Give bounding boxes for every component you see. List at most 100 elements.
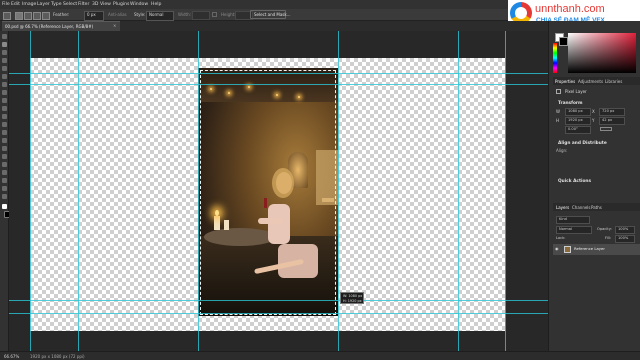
guide-vertical[interactable] (458, 31, 459, 351)
width-input[interactable] (192, 11, 210, 20)
menu-view[interactable]: View (100, 2, 111, 7)
guide-vertical[interactable] (30, 31, 31, 351)
stamp-tool-icon[interactable] (2, 106, 7, 111)
style-select[interactable]: Normal (146, 11, 174, 21)
guide-horizontal[interactable] (9, 313, 548, 314)
visibility-eye-icon[interactable]: ◉ (555, 247, 559, 251)
feather-label: Feather: (53, 12, 70, 17)
layer-name[interactable]: Reference Layer (574, 247, 605, 251)
flip-icon[interactable] (600, 127, 612, 131)
gradient-tool-icon[interactable] (2, 130, 7, 135)
y-field[interactable]: 42 px (599, 117, 625, 125)
subtract-selection-icon[interactable] (33, 12, 41, 20)
menu-help[interactable]: Help (151, 2, 161, 7)
new-selection-icon[interactable] (15, 12, 23, 20)
crop-tool-icon[interactable] (2, 66, 7, 71)
document-tab-title: 00.psd @ 66.7% (Reference Layer, RGB/8#) (5, 24, 94, 29)
h-label: H (556, 118, 560, 123)
lasso-tool-icon[interactable] (2, 50, 7, 55)
marquee-tool-icon[interactable] (3, 12, 11, 20)
watermark-brand: unnthanh.com (535, 3, 605, 15)
width-label: Width: (178, 12, 191, 17)
guide-horizontal[interactable] (9, 300, 548, 301)
size-tooltip: W: 1080 px H: 1920 px (340, 292, 364, 304)
layer-kind-label: Pixel Layer (565, 89, 587, 94)
pen-tool-icon[interactable] (2, 154, 7, 159)
x-field[interactable]: 720 px (599, 108, 625, 116)
foreground-color-swatch[interactable] (2, 204, 7, 209)
guide-vertical[interactable] (198, 31, 199, 351)
healing-tool-icon[interactable] (2, 90, 7, 95)
quick-select-tool-icon[interactable] (2, 58, 7, 63)
w-field[interactable]: 1080 px (565, 108, 591, 116)
tab-properties[interactable]: Properties (555, 79, 575, 84)
toolbox (0, 31, 11, 351)
angle-field[interactable]: 0.00° (565, 126, 591, 134)
close-tab-icon[interactable]: × (113, 24, 116, 28)
background-swatch[interactable] (559, 37, 568, 46)
guide-horizontal[interactable] (9, 84, 548, 85)
history-brush-tool-icon[interactable] (2, 114, 7, 119)
blend-mode-select[interactable]: Normal (556, 226, 592, 234)
menu-select[interactable]: Select (63, 2, 77, 7)
eyedropper-tool-icon[interactable] (2, 82, 7, 87)
swap-icon[interactable] (212, 12, 217, 17)
brush-tool-icon[interactable] (2, 98, 7, 103)
lock-label: Lock: (556, 236, 566, 240)
tab-document[interactable]: 00.psd @ 66.7% (Reference Layer, RGB/8#)… (2, 21, 120, 31)
h-field[interactable]: 1920 px (565, 117, 591, 125)
menu-filter[interactable]: Filter (78, 2, 89, 7)
guide-vertical[interactable] (505, 31, 506, 351)
path-select-tool-icon[interactable] (2, 170, 7, 175)
marquee-tool-icon[interactable] (2, 42, 7, 47)
color-picker-field[interactable] (568, 33, 636, 73)
height-label: Height: (221, 12, 236, 17)
menu-plugins[interactable]: Plugins (113, 2, 129, 7)
tab-adjustments[interactable]: Adjustments (578, 79, 603, 84)
blur-tool-icon[interactable] (2, 138, 7, 143)
tab-paths[interactable]: Paths (591, 205, 602, 210)
zoom-level[interactable]: 66.67% (4, 355, 19, 359)
selection-marquee[interactable] (200, 70, 336, 315)
fill-field[interactable]: 100% (615, 235, 635, 243)
select-and-mask-button[interactable]: Select and Mask... (250, 10, 291, 19)
layers-tabs: Layers Channels Paths (553, 203, 640, 211)
add-selection-icon[interactable] (24, 12, 32, 20)
size-tooltip-width: W: 1080 px (343, 294, 363, 298)
guide-horizontal[interactable] (9, 73, 548, 74)
properties-tabs: Properties Adjustments Libraries (553, 77, 640, 85)
document-size: 1920 px x 1080 px (72 ppi) (30, 354, 85, 359)
tab-channels[interactable]: Channels (572, 205, 591, 210)
zoom-tool-icon[interactable] (2, 194, 7, 199)
hue-slider[interactable] (553, 43, 557, 73)
tab-libraries[interactable]: Libraries (605, 79, 622, 84)
menu-type[interactable]: Type (51, 2, 62, 7)
guide-vertical[interactable] (338, 31, 339, 351)
guide-vertical[interactable] (78, 31, 79, 351)
menu-window[interactable]: Window (130, 2, 148, 7)
layer-filter-select[interactable]: Kind (556, 216, 590, 224)
frame-tool-icon[interactable] (2, 74, 7, 79)
transform-heading: Transform (558, 101, 583, 106)
shape-tool-icon[interactable] (2, 178, 7, 183)
dodge-tool-icon[interactable] (2, 146, 7, 151)
align-heading: Align and Distribute (558, 141, 607, 146)
opacity-field[interactable]: 100% (615, 226, 635, 234)
anti-alias-checkbox[interactable]: Anti-alias (108, 13, 127, 17)
tab-layers[interactable]: Layers (556, 205, 569, 210)
menu-edit[interactable]: Edit (11, 2, 20, 7)
menu-3d[interactable]: 3D (92, 2, 98, 7)
hand-tool-icon[interactable] (2, 186, 7, 191)
menu-layer[interactable]: Layer (37, 2, 50, 7)
quick-actions-heading: Quick Actions (558, 179, 592, 184)
opacity-label: Opacity: (597, 227, 612, 231)
layer-row[interactable]: ◉ Reference Layer (553, 244, 640, 255)
type-tool-icon[interactable] (2, 162, 7, 167)
eraser-tool-icon[interactable] (2, 122, 7, 127)
fill-label: Fill: (605, 236, 612, 240)
intersect-selection-icon[interactable] (42, 12, 50, 20)
feather-input[interactable]: 0 px (84, 11, 104, 21)
menu-image[interactable]: Image (22, 2, 36, 7)
move-tool-icon[interactable] (2, 34, 7, 39)
menu-file[interactable]: File (2, 2, 10, 7)
